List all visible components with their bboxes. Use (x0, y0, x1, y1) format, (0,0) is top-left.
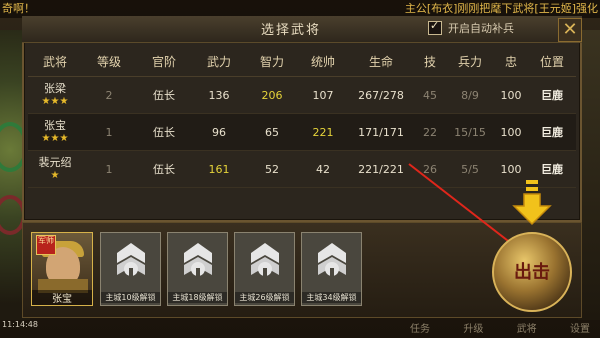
skill-cell: 22 (423, 125, 437, 139)
col-header-force: 武力 (206, 54, 231, 69)
col-header-level: 等级 (96, 54, 121, 69)
hp-cell: 171/171 (358, 125, 404, 139)
advisor-badge: 军师 (36, 235, 56, 255)
locked-slot[interactable]: 主城18级解锁 (167, 232, 228, 306)
general-name: 裴元绍 (38, 156, 72, 169)
col-header-location: 位置 (539, 54, 564, 69)
table-header: 武将 等级 官阶 武力 智力 统帅 生命 技 兵力 忠 位置 (28, 46, 576, 77)
rank-cell: 伍长 (153, 163, 175, 176)
general-name: 张梁 (44, 82, 66, 95)
locked-slot[interactable]: 主城34级解锁 (301, 232, 362, 306)
table-row[interactable]: 张宝 ★★★ 1 伍长 96 65 221 171/171 22 15/15 1… (28, 114, 576, 151)
intel-cell: 65 (265, 125, 279, 139)
lock-icon (117, 243, 145, 277)
star-rating: ★ (50, 170, 60, 181)
lock-icon (184, 243, 212, 277)
footer-nav-item[interactable]: 升级 (463, 320, 483, 335)
force-cell: 161 (208, 162, 230, 176)
force-cell: 136 (208, 88, 230, 102)
close-icon: ✕ (562, 19, 578, 40)
lock-icon (318, 243, 346, 277)
troops-cell: 15/15 (454, 125, 486, 139)
general-name-cell: 张梁 ★★★ (28, 82, 82, 108)
command-cell: 221 (312, 125, 334, 139)
col-header-hp: 生命 (368, 54, 393, 69)
rank-cell: 伍长 (153, 126, 175, 139)
level-cell: 2 (105, 88, 113, 102)
lock-icon (251, 243, 279, 277)
footer-nav: 任务 升级 武将 设置 (410, 320, 590, 335)
intel-cell: 206 (261, 88, 283, 102)
troops-cell: 8/9 (461, 88, 479, 102)
intel-cell: 52 (265, 162, 279, 176)
loyalty-cell: 100 (500, 88, 522, 102)
unlock-requirement: 主城26级解锁 (235, 292, 294, 303)
col-header-rank: 官阶 (151, 54, 176, 69)
close-button[interactable]: ✕ (558, 18, 582, 42)
force-cell: 96 (212, 125, 226, 139)
table-row[interactable]: 张梁 ★★★ 2 伍长 136 206 107 267/278 45 8/9 1… (28, 77, 576, 114)
col-header-intel: 智力 (259, 54, 284, 69)
location-cell: 巨鹿 (541, 126, 563, 139)
loyalty-cell: 100 (500, 125, 522, 139)
col-header-command: 统帅 (310, 54, 335, 69)
star-rating: ★★★ (41, 96, 69, 107)
star-rating: ★★★ (41, 133, 69, 144)
checkbox-icon[interactable] (428, 19, 442, 35)
col-header-loyalty: 忠 (504, 54, 517, 69)
general-name-cell: 张宝 ★★★ (28, 119, 82, 145)
command-cell: 107 (312, 88, 334, 102)
col-header-troops: 兵力 (457, 54, 482, 69)
level-cell: 1 (105, 162, 113, 176)
general-name: 张宝 (44, 119, 66, 132)
panel-title: 选择武将 (260, 23, 321, 38)
rank-cell: 伍长 (153, 89, 175, 102)
selected-hero-slot[interactable]: 军师 张宝 (31, 232, 93, 306)
attack-button-label: 出击 (514, 262, 550, 283)
locked-slot[interactable]: 主城26级解锁 (234, 232, 295, 306)
footer-nav-item[interactable]: 任务 (410, 320, 430, 335)
footer-nav-item[interactable]: 设置 (570, 320, 590, 335)
unlock-requirement: 主城18级解锁 (168, 292, 227, 303)
level-cell: 1 (105, 125, 113, 139)
unlock-requirement: 主城10级解锁 (101, 292, 160, 303)
clock-text: 11:14:48 (2, 320, 38, 329)
general-name-cell: 裴元绍 ★ (28, 156, 82, 182)
hp-cell: 267/278 (358, 88, 404, 102)
col-header-general: 武将 (42, 54, 67, 69)
hero-name: 张宝 (32, 290, 92, 305)
footer-nav-item[interactable]: 武将 (517, 320, 537, 335)
command-cell: 42 (316, 162, 330, 176)
skill-cell: 45 (423, 88, 437, 102)
auto-refill-toggle[interactable]: 开启自动补兵 (428, 19, 514, 36)
location-cell: 巨鹿 (541, 89, 563, 102)
unlock-requirement: 主城34级解锁 (302, 292, 361, 303)
col-header-skill: 技 (423, 54, 436, 69)
locked-slot[interactable]: 主城10级解锁 (100, 232, 161, 306)
auto-refill-label: 开启自动补兵 (448, 22, 514, 35)
